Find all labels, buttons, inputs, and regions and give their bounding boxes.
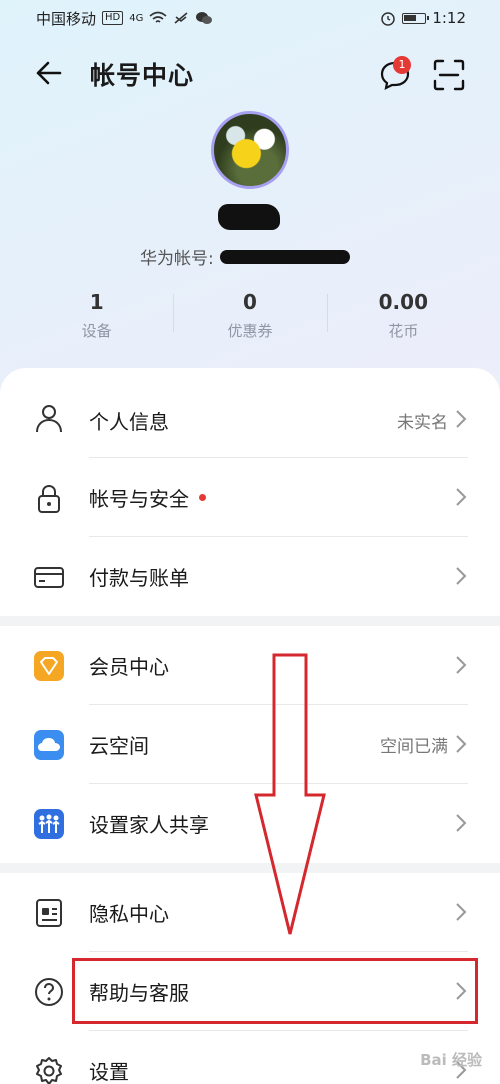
status-bar: 中国移动 HD 4G 1:12	[0, 0, 500, 36]
clock: 1:12	[432, 9, 466, 27]
chevron-right-icon	[456, 735, 467, 753]
back-arrow-icon[interactable]	[32, 56, 66, 90]
nickname-redacted	[218, 204, 280, 230]
help-icon	[35, 978, 63, 1006]
account-line: 华为帐号:	[140, 244, 350, 269]
menu-item-payment[interactable]: 付款与账单	[0, 537, 500, 616]
chevron-right-icon	[456, 410, 467, 428]
network-icon: 4G	[129, 12, 144, 24]
family-icon	[34, 809, 64, 839]
annotation-arrow	[254, 653, 326, 935]
notification-dot	[199, 494, 206, 501]
annotation-highlight-box	[72, 958, 478, 1024]
privacy-icon	[36, 899, 62, 927]
stat-value: 1	[89, 290, 104, 314]
vip-diamond-icon	[34, 651, 64, 681]
battery-icon	[402, 12, 430, 24]
chevron-right-icon	[456, 814, 467, 832]
account-id-redacted	[219, 249, 350, 264]
menu-section-account: 个人信息 未实名 帐号与安全 付款与账单	[0, 368, 500, 616]
menu-item-personal-info[interactable]: 个人信息 未实名	[0, 368, 500, 458]
page-title: 帐号中心	[90, 61, 195, 90]
lock-icon	[38, 484, 60, 513]
stat-value: 0.00	[378, 290, 428, 314]
hd-icon: HD	[102, 11, 124, 25]
menu-label: 设置	[89, 1060, 129, 1084]
stat-label: 花币	[388, 322, 419, 340]
menu-label: 隐私中心	[89, 902, 169, 926]
menu-label: 个人信息	[89, 410, 169, 434]
menu-label: 设置家人共享	[89, 813, 209, 837]
menu-label: 会员中心	[89, 655, 169, 679]
alarm-icon	[381, 12, 396, 26]
card-icon	[34, 567, 64, 588]
menu-label: 云空间	[89, 734, 149, 758]
menu-value: 空间已满	[380, 737, 448, 757]
section-gap	[0, 616, 500, 626]
menu-label: 帐号与安全	[89, 483, 206, 512]
stat-label: 设备	[81, 322, 112, 340]
scan-icon[interactable]	[432, 58, 466, 92]
menu-item-account-security[interactable]: 帐号与安全	[0, 458, 500, 537]
person-icon	[36, 405, 62, 433]
stat-coins[interactable]: 0.00 花币	[326, 290, 480, 341]
watermark: Bai 经验	[420, 1051, 482, 1069]
message-badge: 1	[393, 56, 411, 74]
chevron-right-icon	[456, 488, 467, 506]
stat-devices[interactable]: 1 设备	[20, 290, 173, 341]
wifi-icon	[149, 11, 167, 23]
stat-label: 优惠券	[227, 322, 273, 340]
menu-label: 付款与账单	[89, 566, 189, 590]
cloud-icon	[34, 730, 64, 760]
top-bar: 帐号中心 1	[0, 48, 500, 98]
account-label: 华为帐号:	[140, 249, 214, 269]
stats-row: 1 设备 0 优惠券 0.00 花币	[20, 290, 480, 341]
chevron-right-icon	[456, 567, 467, 585]
gear-icon	[36, 1057, 62, 1084]
stat-value: 0	[243, 290, 257, 314]
stat-coupons[interactable]: 0 优惠券	[173, 290, 326, 341]
chevron-right-icon	[456, 903, 467, 921]
menu-value: 未实名	[397, 413, 448, 433]
carrier-label: 中国移动	[36, 9, 97, 28]
chevron-right-icon	[456, 656, 467, 674]
wechat-icon	[196, 12, 213, 24]
menu-label-text: 帐号与安全	[89, 487, 189, 511]
avatar[interactable]	[211, 111, 289, 189]
mute-icon	[174, 12, 188, 24]
